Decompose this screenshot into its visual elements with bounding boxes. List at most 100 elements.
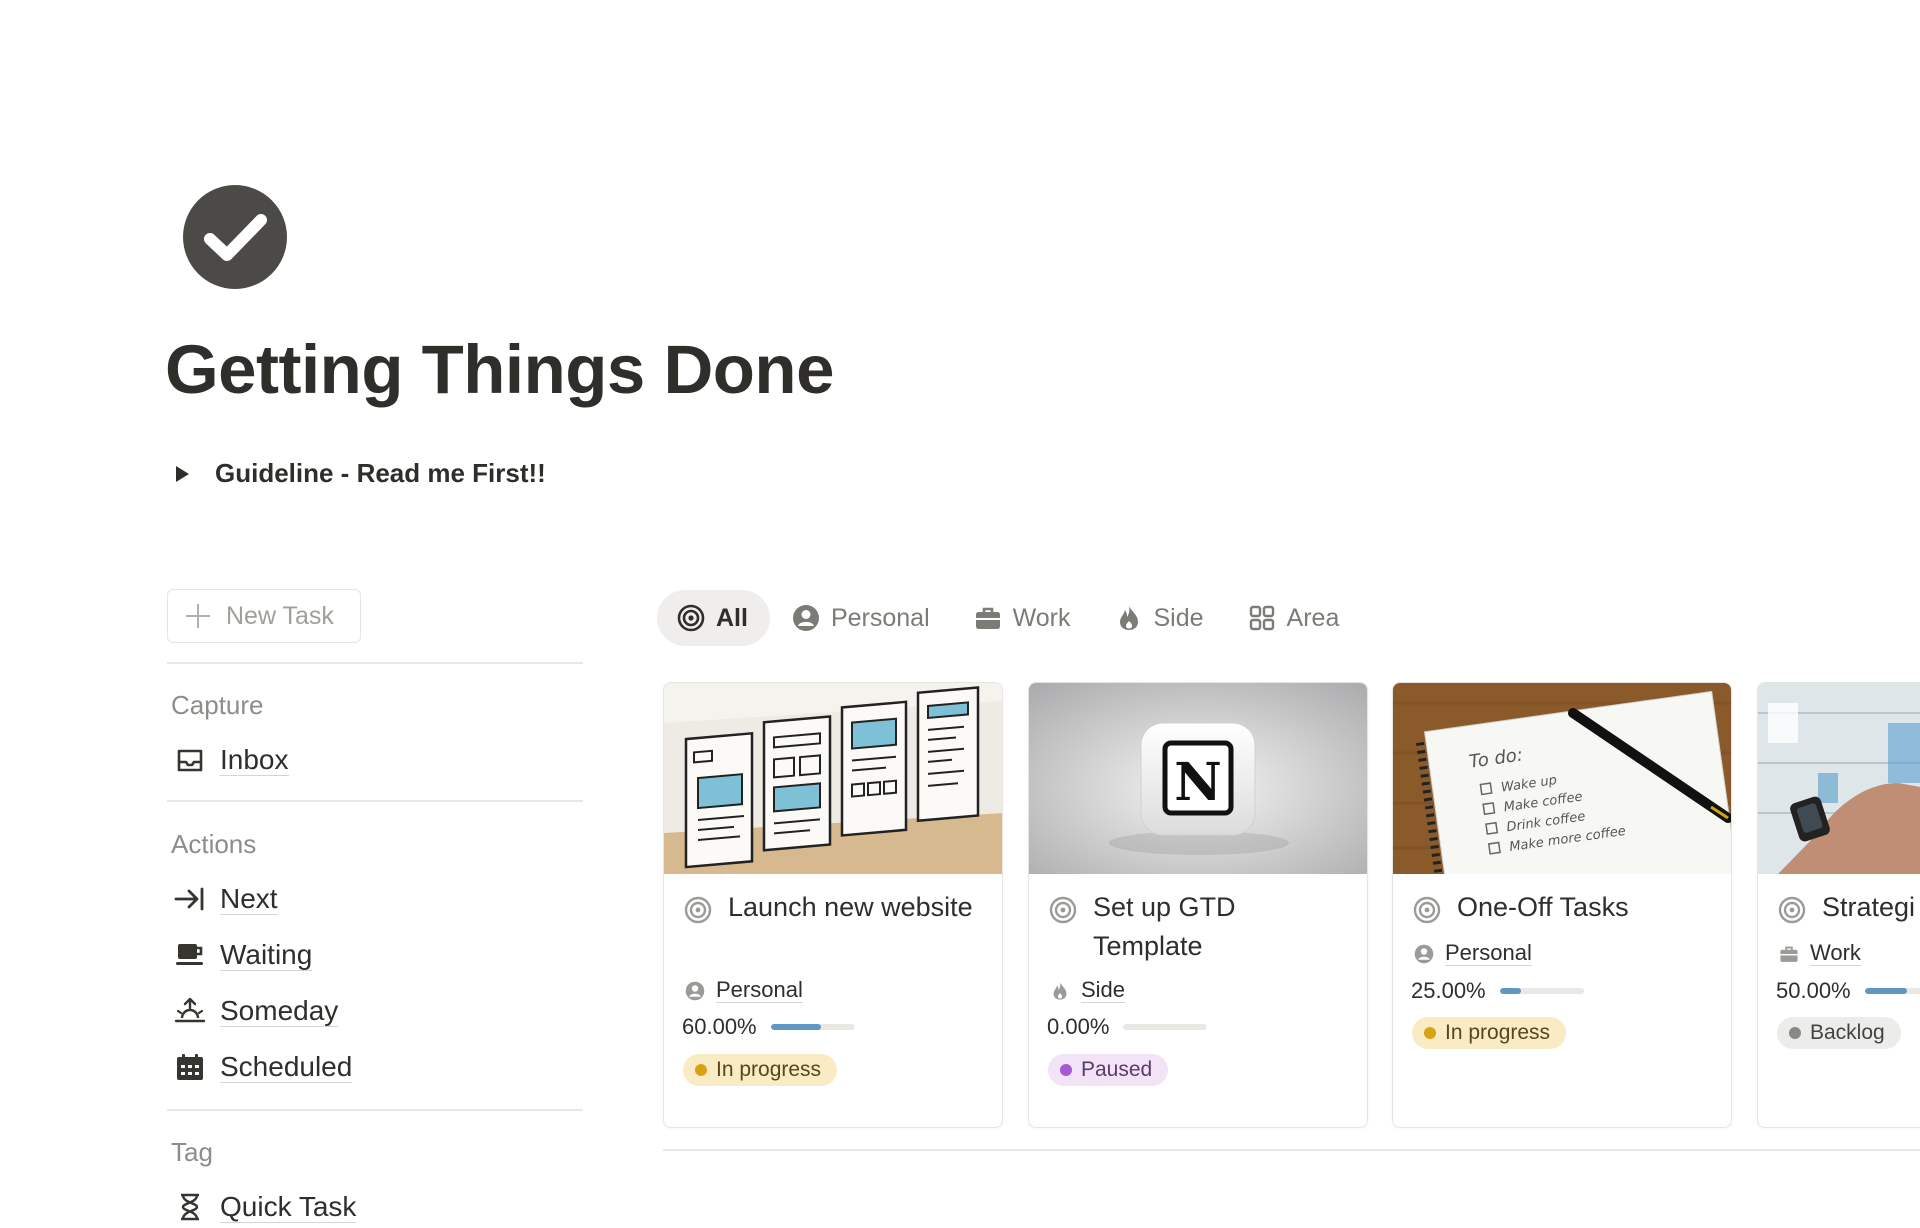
notion-letter: N — [1174, 752, 1222, 813]
status-dot — [695, 1064, 707, 1076]
progress-bar — [770, 1024, 855, 1030]
card-progress: 60.00% — [682, 1014, 855, 1040]
tab-label: Area — [1286, 603, 1340, 632]
tab-label: Work — [1012, 603, 1071, 632]
status-badge: Paused — [1048, 1054, 1169, 1086]
target-icon — [684, 896, 712, 924]
progress-text: 50.00% — [1776, 978, 1851, 1003]
target-icon — [1049, 896, 1077, 924]
target-icon — [677, 604, 705, 632]
cover-notion-logo: N — [1029, 683, 1367, 874]
page-check-icon[interactable] — [183, 185, 287, 289]
progress-text: 0.00% — [1047, 1014, 1110, 1039]
tab-area[interactable]: Area — [1228, 590, 1362, 646]
flame-icon — [1049, 980, 1071, 1002]
coffee-cup-icon — [173, 938, 207, 972]
cover-strategy-board — [1758, 683, 1920, 874]
sidebar-item-inbox[interactable]: Inbox — [173, 739, 289, 781]
person-circle-icon — [1413, 943, 1435, 965]
divider — [167, 662, 583, 664]
new-task-button[interactable]: New Task — [167, 589, 361, 643]
divider — [167, 1109, 583, 1111]
status-label: Backlog — [1810, 1021, 1885, 1044]
progress-bar — [1499, 988, 1584, 994]
status-label: In progress — [1445, 1021, 1551, 1044]
view-tabs: All Personal Work Side Area — [657, 590, 1363, 646]
card-category[interactable]: Personal — [684, 978, 803, 1003]
sidebar-item-label: Inbox — [220, 743, 289, 776]
sidebar-item-someday[interactable]: Someday — [173, 990, 339, 1032]
progress-text: 60.00% — [682, 1014, 757, 1039]
category-label: Work — [1810, 940, 1861, 966]
card-title[interactable]: One-Off Tasks — [1457, 888, 1707, 927]
plus-icon — [186, 604, 210, 628]
target-icon — [1778, 896, 1806, 924]
grid-icon — [1248, 604, 1276, 632]
card-category[interactable]: Personal — [1413, 941, 1532, 966]
sidebar-item-quick-task[interactable]: Quick Task — [173, 1186, 357, 1228]
briefcase-icon — [974, 604, 1002, 632]
card-progress: 50.00% — [1776, 978, 1920, 1004]
card-title[interactable]: Set up GTD Template — [1093, 888, 1343, 966]
section-label-actions: Actions — [171, 829, 257, 859]
progress-fill — [770, 1024, 822, 1030]
category-label: Personal — [716, 977, 803, 1003]
project-card[interactable]: Launch new website Personal 60.00% In pr… — [663, 682, 1003, 1128]
status-label: Paused — [1081, 1058, 1153, 1081]
card-title[interactable]: Strategi — [1822, 888, 1920, 927]
sidebar-item-waiting[interactable]: Waiting — [173, 934, 313, 976]
sidebar-item-label: Next — [220, 882, 278, 915]
tab-label: Personal — [830, 603, 930, 632]
status-badge: In progress — [683, 1054, 838, 1086]
sidebar-item-scheduled[interactable]: Scheduled — [173, 1046, 353, 1088]
tab-work[interactable]: Work — [954, 590, 1093, 646]
cover-todo-notebook: To do: Wake up Make coffee Drink coffee … — [1393, 683, 1731, 874]
toggle-triangle-icon[interactable] — [176, 465, 189, 482]
toggle-label[interactable]: Guideline - Read me First!! — [215, 458, 546, 489]
category-label: Personal — [1445, 940, 1532, 966]
cover-wireframe-sketch — [664, 683, 1002, 874]
progress-text: 25.00% — [1411, 978, 1486, 1003]
category-label: Side — [1081, 977, 1126, 1003]
status-dot — [1424, 1027, 1436, 1039]
project-card[interactable]: To do: Wake up Make coffee Drink coffee … — [1392, 682, 1732, 1128]
person-circle-icon — [684, 980, 706, 1002]
tab-side[interactable]: Side — [1095, 590, 1226, 646]
project-card[interactable]: Strategi Work 50.00% Backlog — [1757, 682, 1920, 1128]
guideline-toggle[interactable]: Guideline - Read me First!! — [176, 458, 546, 489]
progress-fill — [1864, 988, 1907, 994]
card-category[interactable]: Side — [1049, 977, 1126, 1003]
hourglass-icon — [173, 1190, 207, 1224]
card-category[interactable]: Work — [1778, 941, 1861, 966]
tab-all[interactable]: All — [657, 590, 770, 646]
target-icon — [1413, 896, 1441, 924]
card-progress: 25.00% — [1411, 978, 1584, 1004]
progress-fill — [1499, 988, 1521, 994]
tab-personal[interactable]: Personal — [772, 590, 952, 646]
divider — [167, 800, 583, 802]
page-title: Getting Things Done — [165, 331, 834, 408]
status-label: In progress — [716, 1058, 822, 1081]
section-label-capture: Capture — [171, 690, 264, 720]
status-dot — [1789, 1027, 1801, 1039]
sidebar-item-next[interactable]: Next — [173, 878, 278, 920]
calendar-icon — [173, 1050, 207, 1084]
tab-label: All — [716, 603, 748, 632]
sidebar-item-label: Someday — [220, 994, 339, 1027]
progress-bar — [1123, 1024, 1208, 1030]
progress-bar — [1864, 988, 1920, 994]
card-title[interactable]: Launch new website — [728, 888, 978, 927]
status-dot — [1060, 1064, 1072, 1076]
project-card[interactable]: N Set up GTD Template Side 0.00% Paused — [1028, 682, 1368, 1128]
status-badge: Backlog — [1777, 1017, 1901, 1049]
gallery-bottom-divider — [663, 1149, 1920, 1151]
tab-label: Side — [1153, 603, 1204, 632]
sidebar-item-label: Waiting — [220, 938, 313, 971]
flame-icon — [1115, 604, 1143, 632]
new-task-label: New Task — [226, 601, 334, 630]
briefcase-icon — [1778, 943, 1800, 965]
sunrise-icon — [173, 994, 207, 1028]
section-label-tag: Tag — [171, 1137, 213, 1167]
sidebar-item-label: Quick Task — [220, 1190, 357, 1223]
person-circle-icon — [792, 604, 820, 632]
